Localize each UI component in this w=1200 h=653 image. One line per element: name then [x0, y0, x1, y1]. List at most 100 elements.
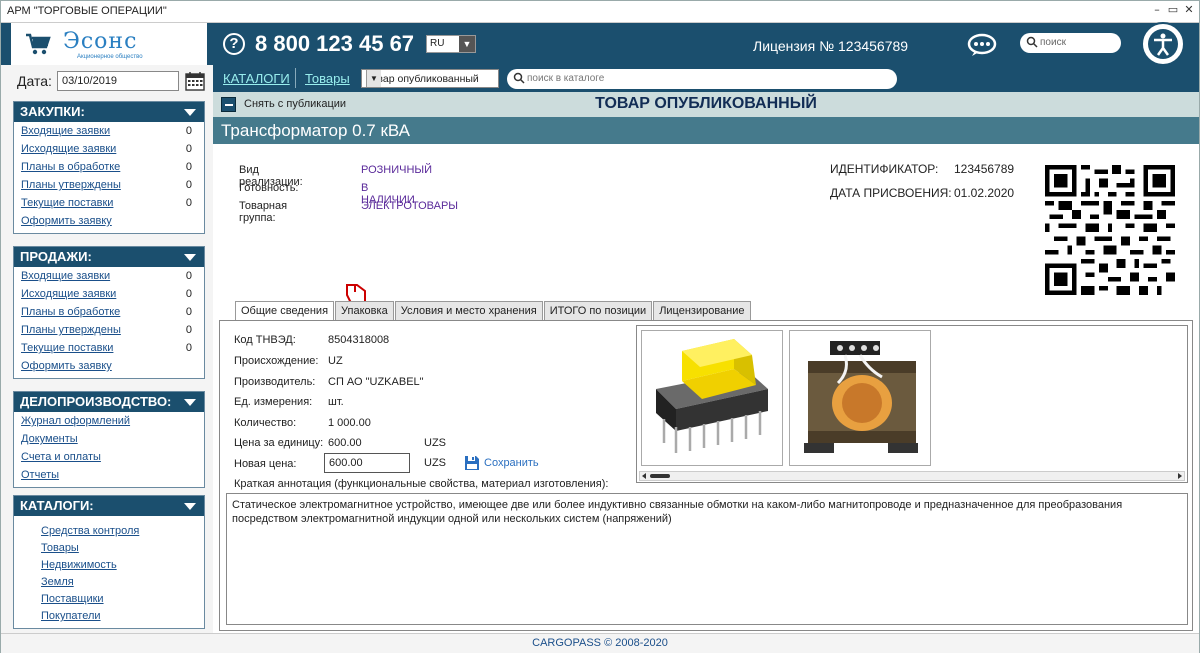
sidebar-item[interactable]: Планы утверждены 0 — [14, 176, 204, 194]
sidebar-item[interactable]: Покупатели — [14, 607, 204, 624]
sidebar-item[interactable]: Планы в обработке 0 — [14, 303, 204, 321]
close-icon[interactable]: ✕ — [1183, 4, 1195, 16]
sidebar-item[interactable]: Журнал оформлений — [14, 412, 204, 430]
language-value: RU — [430, 38, 445, 49]
sidebar-item[interactable]: Входящие заявки 0 — [14, 267, 204, 285]
panel-header[interactable]: ПРОДАЖИ: — [14, 247, 204, 267]
assign-date-value: 01.02.2020 — [954, 186, 1015, 200]
nav-catalogs-link[interactable]: КАТАЛОГИ — [223, 71, 290, 86]
sidebar-item[interactable]: Текущие поставки 0 — [14, 194, 204, 212]
date-input[interactable]: 03/10/2019 — [57, 71, 179, 91]
global-search-placeholder: поиск — [1040, 37, 1066, 48]
sidebar: Дата: 03/10/2019 ЗАКУПКИ: Входящие заявк… — [1, 65, 213, 633]
accessibility-icon[interactable] — [1141, 22, 1185, 66]
panel-header[interactable]: ЗАКУПКИ: — [14, 102, 204, 122]
tab-panel-general: Код ТНВЭД: 8504318008 Происхождение: UZ … — [219, 320, 1193, 631]
tab-general[interactable]: Общие сведения — [235, 301, 335, 322]
unpublish-button[interactable] — [221, 97, 236, 112]
tab-licensing[interactable]: Лицензирование — [653, 301, 751, 321]
triangle-down-icon[interactable] — [184, 109, 196, 116]
triangle-down-icon[interactable] — [184, 503, 196, 510]
panel-catalogs: КАТАЛОГИ: Средства контроля Товары Недви… — [13, 495, 205, 629]
product-image[interactable] — [789, 330, 931, 466]
cart-icon[interactable] — [25, 32, 51, 56]
panel-header[interactable]: КАТАЛОГИ: — [14, 496, 204, 516]
logo: Эсонс — [63, 29, 138, 54]
image-gallery — [636, 325, 1188, 483]
arrow-left-icon[interactable] — [642, 473, 646, 479]
panel-sales: ПРОДАЖИ: Входящие заявки 0 Исходящие заяв… — [13, 246, 205, 379]
language-select[interactable]: RU ▼ — [426, 35, 476, 53]
sidebar-item[interactable]: Поставщики — [14, 590, 204, 607]
license-number: Лицензия № 123456789 — [753, 38, 909, 54]
chat-icon[interactable] — [967, 33, 997, 57]
sidebar-item[interactable]: Недвижимость — [14, 556, 204, 573]
product-image[interactable] — [641, 330, 783, 466]
field-value: шт. — [328, 396, 344, 408]
calendar-icon[interactable] — [185, 71, 205, 91]
scrollbar-thumb[interactable] — [650, 474, 670, 478]
panel-records: ДЕЛОПРОИЗВОДСТВО: Журнал оформлений Доку… — [13, 391, 205, 488]
new-price-label: Новая цена: — [234, 458, 297, 470]
product-content: Вид реализации: РОЗНИЧНЫЙ Готовность: В НА… — [213, 144, 1199, 633]
annotation-textarea[interactable]: Статическое электромагнитное устройство,… — [226, 493, 1188, 625]
nav-goods-link[interactable]: Товары — [305, 71, 350, 86]
app-window: АРМ "ТОРГОВЫЕ ОПЕРАЦИИ" – ▭ ✕ ? 8 800 12… — [0, 0, 1200, 653]
search-icon — [513, 72, 525, 84]
status-select-value: Товар опубликованный — [366, 73, 479, 85]
tab-totals[interactable]: ИТОГО по позиции — [543, 301, 653, 321]
arrow-right-icon[interactable] — [1178, 473, 1182, 479]
global-search-input[interactable]: поиск — [1020, 33, 1121, 53]
identifier-value: 123456789 — [954, 162, 1015, 176]
search-icon — [1026, 36, 1038, 48]
sidebar-item[interactable]: Отчеты — [14, 466, 204, 484]
help-icon[interactable]: ? — [223, 33, 245, 55]
maximize-icon[interactable]: ▭ — [1167, 4, 1179, 16]
sidebar-item[interactable]: Планы в обработке 0 — [14, 158, 204, 176]
save-label: Сохранить — [484, 457, 539, 469]
annotation-label: Краткая аннотация (функциональные свойст… — [234, 478, 609, 490]
panel-header[interactable]: ДЕЛОПРОИЗВОДСТВО: — [14, 392, 204, 412]
tab-storage[interactable]: Условия и место хранения — [394, 301, 543, 321]
tab-packaging[interactable]: Упаковка — [335, 301, 394, 321]
sidebar-item[interactable]: Документы — [14, 430, 204, 448]
sidebar-item[interactable]: Товары — [14, 539, 204, 556]
publication-title: ТОВАР ОПУБЛИКОВАННЫЙ — [595, 95, 817, 112]
unpublish-label[interactable]: Снять с публикации — [244, 98, 346, 110]
triangle-down-icon[interactable] — [184, 254, 196, 261]
sidebar-item[interactable]: Исходящие заявки 0 — [14, 140, 204, 158]
currency-label: UZS — [424, 437, 446, 449]
window-controls: – ▭ ✕ — [1151, 4, 1195, 16]
sidebar-item[interactable]: Земля — [14, 573, 204, 590]
field-label: Происхождение: — [234, 355, 319, 367]
catalog-search-input[interactable]: поиск в каталоге — [507, 69, 897, 89]
sidebar-item[interactable]: Исходящие заявки 0 — [14, 285, 204, 303]
window-title: АРМ "ТОРГОВЫЕ ОПЕРАЦИИ" — [7, 5, 167, 17]
triangle-down-icon[interactable] — [184, 399, 196, 406]
logo-subtext: Акционерное общество — [77, 54, 143, 60]
product-header: Трансформатор 0.7 кВА — [213, 117, 1199, 144]
transformer-large-image — [804, 341, 918, 453]
field-value: 8504318008 — [328, 334, 390, 346]
identifier-label: ИДЕНТИФИКАТОР: — [830, 162, 939, 176]
sidebar-item[interactable]: Входящие заявки 0 — [14, 122, 204, 140]
save-button[interactable]: Сохранить — [464, 455, 539, 471]
sidebar-item[interactable]: Средства контроля — [14, 522, 204, 539]
transformer-small-image — [656, 339, 768, 453]
panel-purchases: ЗАКУПКИ: Входящие заявки 0 Исходящие заяв… — [13, 101, 205, 234]
new-price-input[interactable]: 600.00 — [324, 453, 410, 473]
minimize-icon[interactable]: – — [1151, 4, 1163, 16]
sidebar-item[interactable]: Планы утверждены 0 — [14, 321, 204, 339]
sidebar-item[interactable]: Оформить заявку — [14, 212, 204, 230]
field-label: Ед. измерения: — [234, 396, 313, 408]
status-select[interactable]: Товар опубликованный ▼ — [361, 69, 499, 88]
field-label: Количество: — [234, 417, 297, 429]
sidebar-item[interactable]: Оформить заявку — [14, 357, 204, 375]
tab-bar: Общие сведения Упаковка Условия и место … — [235, 301, 752, 322]
sidebar-item[interactable]: Счета и оплаты — [14, 448, 204, 466]
title-bar: АРМ "ТОРГОВЫЕ ОПЕРАЦИИ" – ▭ ✕ — [1, 1, 1199, 23]
field-value: 1 000.00 — [328, 417, 371, 429]
sidebar-item[interactable]: Текущие поставки 0 — [14, 339, 204, 357]
product-title: Трансформатор 0.7 кВА — [221, 121, 411, 140]
gallery-scrollbar[interactable] — [639, 471, 1185, 481]
